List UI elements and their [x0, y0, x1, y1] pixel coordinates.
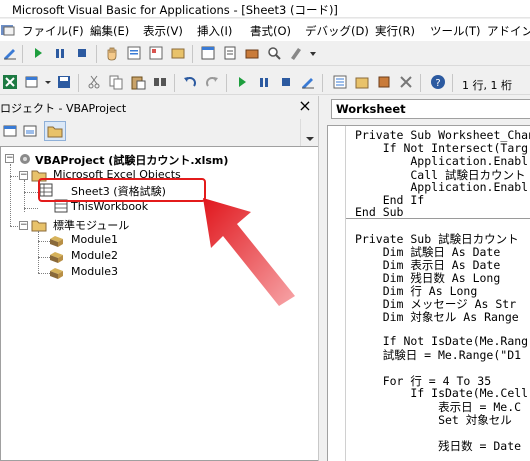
undo-icon[interactable]: [182, 74, 198, 90]
code-line[interactable]: Set 対象セル: [355, 412, 512, 428]
collapse-modules-toggle[interactable]: −: [19, 221, 28, 230]
annotation-arrow-icon: [203, 198, 295, 306]
menu-run[interactable]: 実行(R): [375, 23, 415, 39]
toolbar-top: [0, 42, 530, 66]
paste-icon[interactable]: [130, 74, 146, 90]
collapse-objects-toggle[interactable]: −: [19, 171, 28, 180]
menu-insert[interactable]: 挿入(I): [197, 23, 232, 39]
menu-tools[interactable]: ツール(T): [430, 23, 481, 39]
code-line[interactable]: End Sub: [355, 205, 403, 219]
project-explorer-title-bar: ロジェクト - VBAProject ×: [0, 96, 318, 118]
folder-icon-modules: [31, 217, 47, 233]
code-line[interactable]: If Not IsDate(Me.Rang: [355, 334, 528, 348]
run-icon-2[interactable]: [234, 74, 250, 90]
code-line[interactable]: 残日数 = Date: [355, 438, 521, 454]
tree-root[interactable]: VBAProject (試験日カウント.xlsm): [35, 152, 228, 168]
tree-module1[interactable]: Module1: [71, 233, 118, 246]
code-line[interactable]: Dim 対象セル As Range: [355, 309, 519, 325]
insert-object-icon[interactable]: [24, 74, 40, 90]
project-explorer-title: ロジェクト - VBAProject: [0, 102, 127, 115]
reset-icon[interactable]: [278, 74, 294, 90]
vba-app-icon[interactable]: [0, 22, 16, 38]
vbaproject-icon: [17, 151, 33, 167]
redo-icon[interactable]: [204, 74, 220, 90]
module-icon[interactable]: [222, 45, 238, 61]
menu-format[interactable]: 書式(O): [250, 23, 291, 39]
collapse-root-toggle[interactable]: −: [5, 154, 14, 163]
module-icon: [49, 265, 65, 281]
highlight-box: [38, 178, 206, 202]
toolbox-icon[interactable]: [244, 45, 260, 61]
menu-file[interactable]: ファイル(F): [22, 23, 84, 39]
toolbar-options-icon[interactable]: [308, 45, 318, 61]
object-browser-icon-2[interactable]: [376, 74, 392, 90]
menu-debug[interactable]: デバッグ(D): [305, 23, 369, 39]
code-line[interactable]: 試験日 = Me.Range("D1: [355, 347, 521, 363]
properties-window-icon[interactable]: [354, 74, 370, 90]
design-mode-icon[interactable]: [2, 45, 18, 61]
pane-splitter[interactable]: [318, 96, 326, 461]
toolbar-standard: ? 1 行, 1 桁: [0, 71, 530, 95]
code-line[interactable]: If IsDate(Me.Cell: [355, 386, 528, 400]
code-line[interactable]: End If: [355, 193, 425, 207]
paint-icon[interactable]: [288, 45, 304, 61]
close-icon[interactable]: ×: [295, 96, 315, 116]
toolbox-icon-2[interactable]: [398, 74, 414, 90]
toggle-folders-button[interactable]: [44, 121, 66, 141]
tree-module3[interactable]: Module3: [71, 265, 118, 278]
copy-icon[interactable]: [108, 74, 124, 90]
find-icon[interactable]: [152, 74, 168, 90]
break-icon[interactable]: [256, 74, 272, 90]
title-bar: Microsoft Visual Basic for Applications …: [0, 0, 530, 18]
tree-folder-modules[interactable]: 標準モジュール: [53, 217, 129, 233]
tree-module2[interactable]: Module2: [71, 249, 118, 262]
help-icon[interactable]: ?: [430, 74, 446, 90]
cursor-position: 1 行, 1 桁: [462, 79, 512, 92]
userform-icon[interactable]: [200, 45, 216, 61]
cut-icon[interactable]: [86, 74, 102, 90]
project-explorer-icon-2[interactable]: [332, 74, 348, 90]
save-icon[interactable]: [56, 74, 72, 90]
design-mode-icon-2[interactable]: [300, 74, 316, 90]
code-line[interactable]: Application.Enabl: [355, 180, 528, 194]
object-dropdown[interactable]: Worksheet: [331, 99, 530, 119]
module-icon: [49, 233, 65, 249]
code-line[interactable]: If Not Intersect(Targ: [355, 141, 528, 155]
project-scrollbar[interactable]: [300, 119, 318, 146]
menu-addins[interactable]: アドイン(: [487, 23, 530, 39]
menu-bar: ファイル(F) 編集(E) 表示(V) 挿入(I) 書式(O) デバッグ(D) …: [0, 19, 530, 41]
code-window-header: Worksheet: [327, 96, 530, 124]
stop-icon[interactable]: [74, 45, 90, 61]
view-code-icon[interactable]: [2, 123, 18, 139]
code-line[interactable]: Private Sub Worksheet_Chan: [355, 128, 530, 142]
code-line[interactable]: Application.Enabl: [355, 154, 528, 168]
menu-view[interactable]: 表示(V): [143, 23, 183, 39]
excel-icon[interactable]: [2, 74, 18, 90]
menu-edit[interactable]: 編集(E): [90, 23, 129, 39]
code-editor[interactable]: Private Sub Worksheet_Chan If Not Inters…: [327, 125, 530, 461]
object-browser-icon[interactable]: [170, 45, 186, 61]
project-explorer-icon[interactable]: [126, 45, 142, 61]
hand-icon[interactable]: [104, 45, 120, 61]
insert-dropdown-icon[interactable]: [44, 74, 52, 90]
window-title: Microsoft Visual Basic for Applications …: [12, 3, 338, 17]
pause-icon[interactable]: [52, 45, 68, 61]
properties-icon[interactable]: [148, 45, 164, 61]
svg-text:?: ?: [435, 78, 440, 89]
module-icon: [49, 249, 65, 265]
zoom-icon[interactable]: [266, 45, 282, 61]
code-margin[interactable]: [328, 126, 346, 461]
run-icon[interactable]: [30, 45, 46, 61]
view-object-icon[interactable]: [22, 123, 38, 139]
project-explorer-toolbar: [0, 119, 318, 145]
